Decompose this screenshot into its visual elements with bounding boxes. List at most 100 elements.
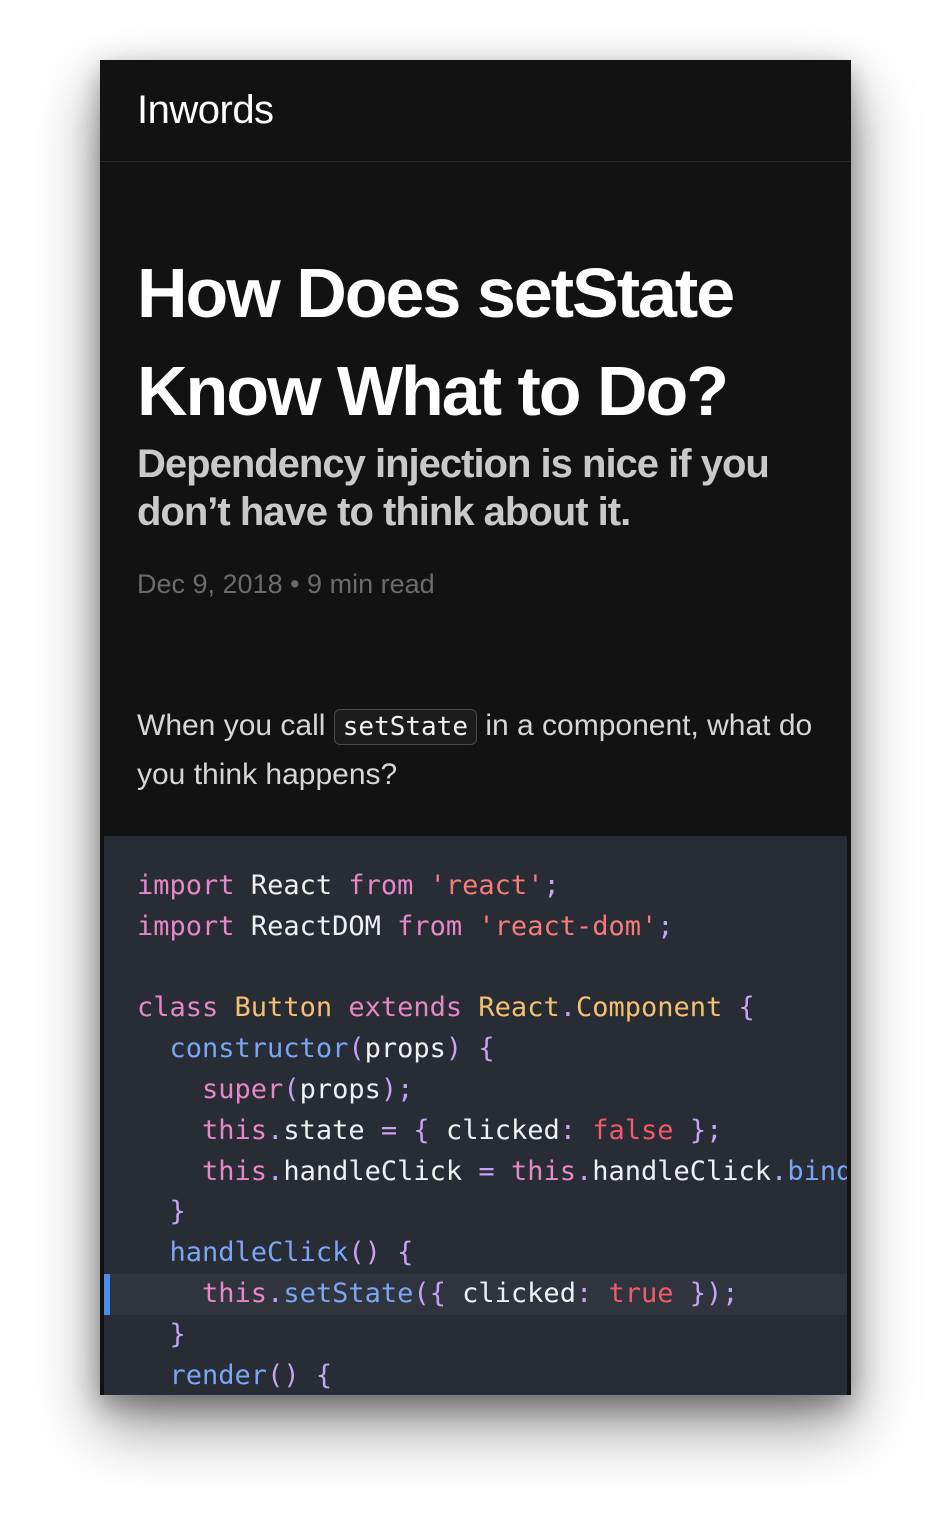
code-token: . bbox=[559, 992, 576, 1024]
article: How Does setState Know What to Do? Depen… bbox=[100, 244, 851, 799]
code-token: = bbox=[478, 1155, 495, 1187]
code-token: handleClick bbox=[592, 1155, 772, 1187]
code-token: { bbox=[738, 992, 755, 1024]
code-token: ); bbox=[380, 1073, 414, 1105]
code-token: ) bbox=[445, 1033, 463, 1065]
code-token: 'react' bbox=[429, 870, 544, 901]
code-token: setState bbox=[283, 1277, 414, 1309]
code-line: this.state = { clicked: false }; bbox=[104, 1111, 847, 1152]
code-token: }; bbox=[689, 1114, 723, 1146]
code-line: } bbox=[104, 1192, 847, 1233]
code-token: ( bbox=[283, 1073, 300, 1105]
code-token: : bbox=[575, 1277, 593, 1309]
code-token: this bbox=[510, 1155, 576, 1187]
code-token: state bbox=[283, 1114, 365, 1146]
code-token: . bbox=[267, 1155, 284, 1187]
code-token: } bbox=[169, 1318, 186, 1350]
site-logo-link[interactable]: Inwords bbox=[137, 88, 274, 133]
code-token: } bbox=[169, 1196, 186, 1228]
inline-code-setstate: setState bbox=[333, 709, 477, 745]
code-token: extends bbox=[348, 992, 463, 1024]
code-token: 'react-dom' bbox=[478, 910, 658, 942]
code-token: { bbox=[315, 1359, 333, 1391]
code-token: render bbox=[169, 1359, 268, 1391]
code-token: () bbox=[348, 1237, 381, 1269]
code-token: super bbox=[202, 1073, 284, 1105]
code-token: ; bbox=[543, 870, 560, 901]
code-token: from bbox=[348, 870, 414, 901]
code-token: React bbox=[478, 992, 560, 1024]
code-token: ( bbox=[348, 1033, 365, 1065]
code-token: import bbox=[137, 910, 235, 942]
code-token: this bbox=[202, 1114, 268, 1146]
code-token: from bbox=[397, 910, 463, 942]
code-token: constructor bbox=[169, 1033, 349, 1065]
code-token: { bbox=[413, 1114, 430, 1146]
code-line: handleClick() { bbox=[104, 1233, 847, 1274]
code-token: ; bbox=[657, 910, 674, 942]
code-token: : bbox=[559, 1114, 576, 1146]
article-subtitle: Dependency injection is nice if you don’… bbox=[137, 442, 770, 534]
code-token: ({ bbox=[413, 1277, 446, 1309]
article-meta: Dec 9, 2018 • 9 min read bbox=[137, 569, 435, 599]
code-line: this.handleClick = this.handleClick.bind bbox=[104, 1152, 847, 1193]
code-token: . bbox=[267, 1277, 284, 1309]
intro-paragraph: When you call setState in a component, w… bbox=[137, 702, 814, 799]
code-block[interactable]: import React from 'react'; import ReactDO… bbox=[104, 836, 847, 1395]
code-token: { bbox=[478, 1033, 495, 1065]
code-token: Component bbox=[575, 992, 723, 1024]
code-token: ReactDOM bbox=[250, 910, 381, 942]
code-token: = bbox=[380, 1114, 398, 1146]
code-token: { bbox=[397, 1237, 414, 1269]
code-token: class bbox=[137, 992, 219, 1024]
code-token: . bbox=[575, 1155, 593, 1187]
code-token: true bbox=[608, 1277, 674, 1309]
code-token: clicked bbox=[462, 1277, 576, 1309]
code-token: handleClick bbox=[169, 1237, 349, 1269]
code-line-highlighted: this.setState({ clicked: true }); bbox=[104, 1273, 847, 1315]
code-token: () bbox=[267, 1359, 300, 1391]
code-token: React bbox=[250, 870, 333, 901]
code-token: props bbox=[299, 1073, 381, 1105]
code-token: this bbox=[202, 1155, 268, 1187]
code-token: bind bbox=[787, 1155, 847, 1187]
browser-viewport: Inwords How Does setState Know What to D… bbox=[100, 60, 851, 1395]
intro-text-before: When you call bbox=[137, 709, 334, 742]
code-token: clicked bbox=[445, 1114, 560, 1146]
code-line: constructor(props) { bbox=[104, 1029, 847, 1070]
code-token: }); bbox=[689, 1277, 739, 1309]
code-line: super(props); bbox=[104, 1070, 847, 1111]
code-token: props bbox=[364, 1033, 446, 1065]
code-line: class Button extends React.Component { bbox=[104, 988, 847, 1029]
article-title: How Does setState Know What to Do? bbox=[137, 254, 735, 430]
code-line: } bbox=[104, 1315, 847, 1356]
